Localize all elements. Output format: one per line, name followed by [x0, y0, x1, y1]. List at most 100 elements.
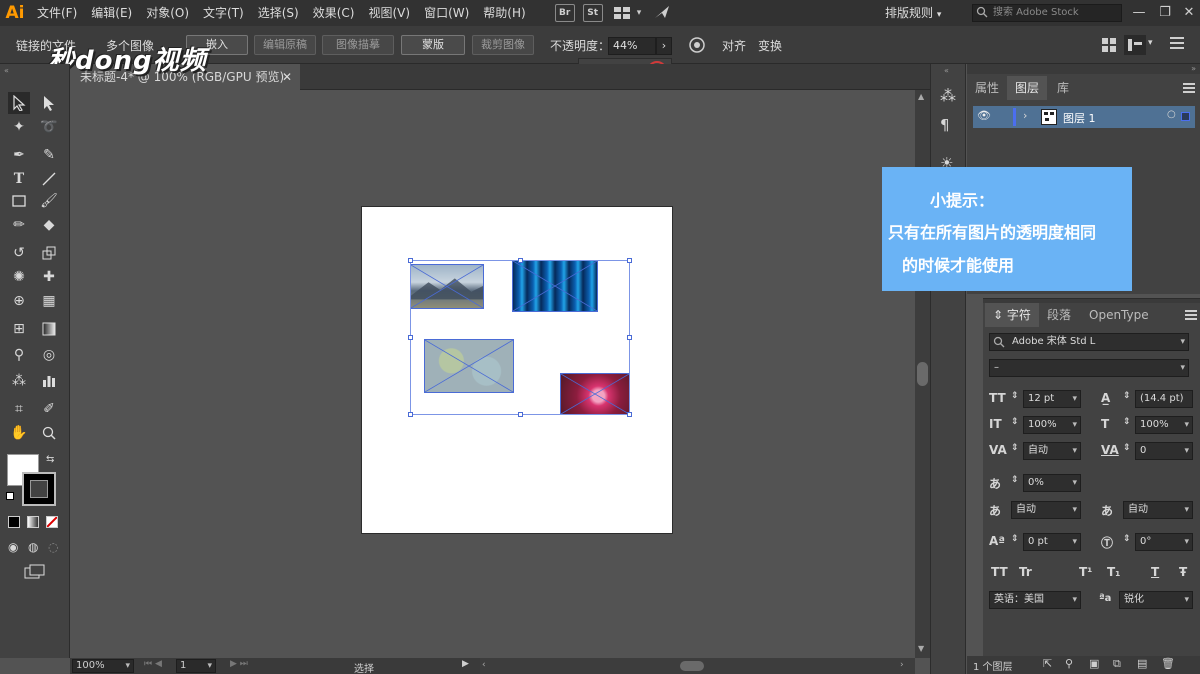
stroke-color-swatch[interactable] [22, 472, 56, 506]
arrange-icon[interactable] [1102, 38, 1116, 55]
canvas-area[interactable] [70, 90, 915, 658]
menu-edit[interactable]: 编辑(E) [84, 0, 139, 26]
menu-help[interactable]: 帮助(H) [476, 0, 532, 26]
opacity-expand-button[interactable]: › [656, 37, 672, 55]
target-icon[interactable]: ○ [1167, 109, 1176, 120]
chevron-down-icon[interactable]: ▾ [637, 8, 642, 18]
chevron-down-icon[interactable]: ▾ [1148, 38, 1153, 48]
font-style-select[interactable]: – ▾ [989, 359, 1189, 377]
draw-behind-icon[interactable]: ◍ [28, 540, 38, 554]
stepper-icon[interactable]: ⇕ [1011, 534, 1019, 544]
scale-tool-icon[interactable] [38, 242, 60, 264]
resize-handle[interactable] [408, 335, 413, 340]
shaper-tool-icon[interactable]: ✏ [8, 214, 30, 236]
bridge-button[interactable]: Br [554, 4, 575, 22]
stepper-icon[interactable]: ⇕ [1123, 443, 1131, 453]
resize-handle[interactable] [518, 258, 523, 263]
none-mode-icon[interactable] [46, 516, 58, 528]
slice-tool-icon[interactable]: ✐ [38, 398, 60, 420]
sync-icon[interactable] [653, 4, 671, 23]
workspace-switcher[interactable]: 排版规则 ▾ [885, 0, 941, 26]
maximize-button[interactable]: ❐ [1152, 0, 1178, 26]
resize-handle[interactable] [408, 412, 413, 417]
last-page-icon[interactable]: ▶ ⏭ [230, 659, 248, 669]
small-caps-button[interactable]: Tr [1019, 565, 1032, 579]
selection-indicator[interactable] [1181, 112, 1190, 121]
horizontal-scrollbar[interactable]: ‹ › [480, 658, 915, 674]
aki-left-select[interactable]: 自动 ▾ [1011, 501, 1081, 519]
scroll-up-icon[interactable]: ▲ [918, 92, 924, 101]
clipping-mask-icon[interactable]: ▣ [1089, 657, 1099, 670]
shape-builder-icon[interactable]: ⊕ [8, 290, 30, 312]
paintbrush-icon[interactable]: 🖌 [38, 190, 60, 212]
close-window-button[interactable]: ✕ [1176, 0, 1200, 26]
eraser-icon[interactable]: ◆ [38, 214, 60, 236]
stepper-icon[interactable]: ⇕ [1011, 417, 1019, 427]
paragraph-styles-icon[interactable]: ¶ [940, 116, 950, 134]
horizontal-scroll-thumb[interactable] [680, 661, 704, 671]
character-styles-icon[interactable]: ⁂ [940, 86, 956, 105]
lasso-icon[interactable]: ➰ [38, 116, 60, 138]
font-size-input[interactable]: 12 pt ▾ [1023, 390, 1081, 408]
tab-layers[interactable]: 图层 [1007, 76, 1048, 100]
arrange-documents-icon[interactable] [613, 4, 635, 22]
superscript-button[interactable]: T¹ [1079, 565, 1092, 579]
menu-select[interactable]: 选择(S) [251, 0, 306, 26]
tab-character[interactable]: ⇕ 字符 [985, 303, 1039, 327]
mesh-tool-icon[interactable]: ⊞ [8, 318, 30, 340]
strikethrough-button[interactable]: Ŧ [1179, 565, 1187, 579]
screen-mode-icon[interactable] [24, 564, 46, 583]
default-colors-icon[interactable] [6, 492, 14, 500]
panel-menu-icon[interactable] [1185, 309, 1197, 323]
tracking-input[interactable]: 0 ▾ [1135, 442, 1193, 460]
eyedropper-icon[interactable]: ⚲ [8, 344, 30, 366]
locate-icon[interactable]: ⚲ [1065, 657, 1073, 670]
warp-tool-icon[interactable]: ✺ [8, 266, 30, 288]
artboard-tool-icon[interactable]: ⌗ [8, 398, 30, 420]
panel-toggle-icon[interactable] [1124, 35, 1146, 55]
opacity-input[interactable]: 44% [608, 37, 656, 55]
export-icon[interactable]: ⇱ [1043, 657, 1052, 670]
page-number-select[interactable]: 1 ▾ [176, 659, 216, 673]
direct-selection-tool-icon[interactable] [38, 92, 60, 114]
tab-properties[interactable]: 属性 [967, 76, 1007, 100]
collapse-icon[interactable]: « [4, 66, 9, 75]
new-sublayer-icon[interactable]: ⧉ [1113, 657, 1121, 671]
panel-collapse-bar[interactable]: » [967, 64, 1200, 74]
type-tool-icon[interactable]: T [8, 168, 30, 190]
tsume-input[interactable]: 0% ▾ [1023, 474, 1081, 492]
resize-handle[interactable] [627, 412, 632, 417]
column-graph-icon[interactable] [38, 370, 60, 392]
underline-button[interactable]: T [1151, 565, 1159, 579]
anti-alias-select[interactable]: 锐化 ▾ [1119, 591, 1193, 609]
collapse-icon[interactable]: « [944, 66, 949, 75]
layer-row[interactable]: 👁 › 图层 1 ○ [973, 106, 1195, 128]
tab-opentype[interactable]: OpenType [1081, 303, 1157, 327]
stepper-icon[interactable]: ⇕ [1011, 475, 1019, 485]
draw-inside-icon[interactable]: ◌ [48, 540, 58, 554]
scroll-right-icon[interactable]: › [900, 660, 904, 670]
font-family-select[interactable]: Adobe 宋体 Std L ▾ [989, 333, 1189, 351]
selection-tool-icon[interactable] [8, 92, 30, 114]
rectangle-tool-icon[interactable] [8, 190, 30, 212]
vertical-scale-input[interactable]: 100% ▾ [1023, 416, 1081, 434]
rotate-tool-icon[interactable]: ↺ [8, 242, 30, 264]
gradient-mode-icon[interactable] [27, 516, 39, 528]
menu-file[interactable]: 文件(F) [30, 0, 84, 26]
stepper-icon[interactable]: ⇕ [1011, 443, 1019, 453]
transform-link[interactable]: 变换 [758, 37, 782, 54]
delete-layer-icon[interactable]: 🗑 [1161, 657, 1175, 670]
magic-wand-icon[interactable]: ✦ [8, 116, 30, 138]
new-layer-icon[interactable]: ▤ [1137, 657, 1147, 670]
stock-search-input[interactable]: 搜索 Adobe Stock [972, 4, 1122, 22]
resize-handle[interactable] [518, 412, 523, 417]
swap-colors-icon[interactable]: ⇆ [46, 454, 54, 465]
edit-original-button[interactable]: 编辑原稿 [254, 35, 316, 55]
scroll-left-icon[interactable]: ‹ [482, 660, 486, 670]
all-caps-button[interactable]: TT [991, 565, 1008, 579]
menu-object[interactable]: 对象(O) [139, 0, 196, 26]
menu-type[interactable]: 文字(T) [196, 0, 251, 26]
horizontal-scale-input[interactable]: 100% ▾ [1135, 416, 1193, 434]
subscript-button[interactable]: T₁ [1107, 565, 1120, 579]
aki-right-select[interactable]: 自动 ▾ [1123, 501, 1193, 519]
